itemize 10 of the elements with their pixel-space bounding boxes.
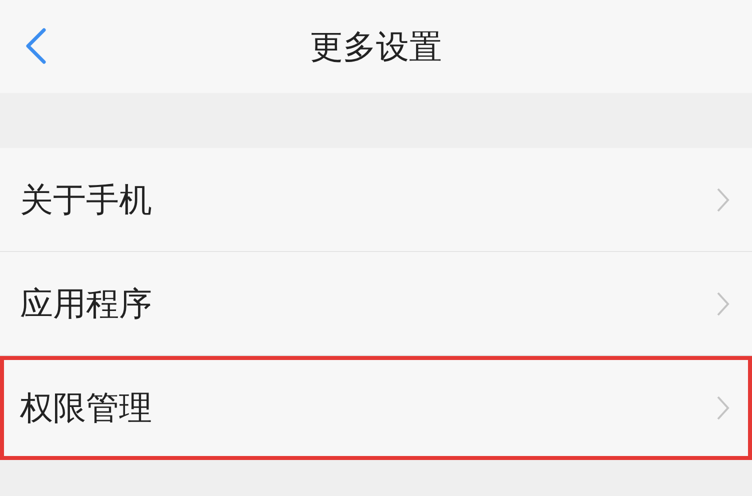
item-label: 关于手机 — [20, 178, 152, 221]
item-label: 权限管理 — [20, 386, 152, 429]
settings-item[interactable]: 权限管理 — [0, 356, 752, 460]
page-title: 更多设置 — [310, 26, 442, 68]
settings-item[interactable]: 应用程序 — [0, 252, 752, 356]
chevron-right-icon — [716, 394, 730, 420]
chevron-right-icon — [716, 290, 730, 316]
settings-item[interactable]: 关于手机 — [0, 148, 752, 252]
item-label: 应用程序 — [20, 282, 152, 325]
chevron-right-icon — [716, 186, 730, 212]
